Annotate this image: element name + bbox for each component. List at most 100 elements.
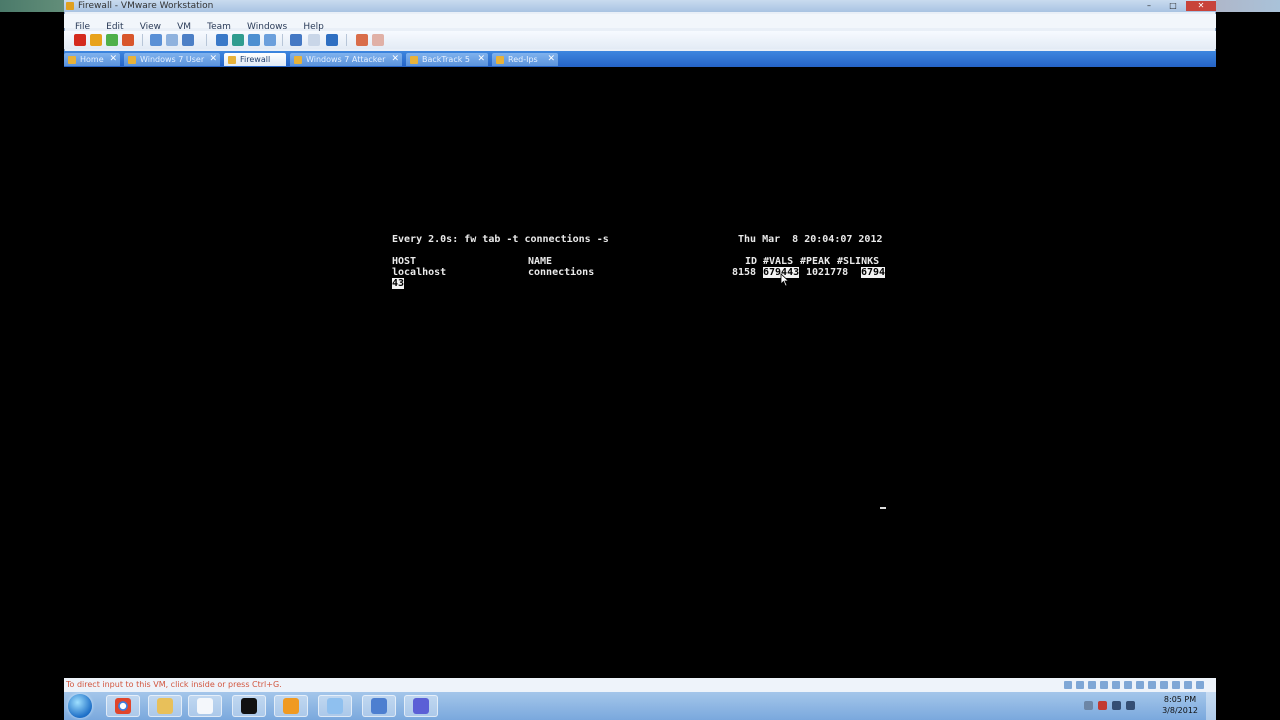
vmware-app-icon <box>66 2 74 10</box>
start-button[interactable] <box>68 694 92 718</box>
menu-bar: File Edit View VM Team Windows Help <box>64 14 1216 32</box>
header-name: NAME <box>528 256 553 267</box>
tab-label: Windows 7 User <box>140 55 205 64</box>
revert-snapshot-icon[interactable] <box>166 34 178 46</box>
usb-icon[interactable] <box>1148 681 1156 689</box>
show-desktop-button[interactable] <box>1206 692 1216 720</box>
media-icon <box>413 698 429 714</box>
desktop-background-right <box>1216 0 1280 720</box>
close-tab-icon[interactable]: ✕ <box>391 53 399 66</box>
vm-icon <box>294 55 302 64</box>
window-title: Firewall - VMware Workstation <box>78 1 214 11</box>
snapshot-manager-icon[interactable] <box>182 34 194 46</box>
row-slinks-wrapped-highlighted: 43 <box>392 278 405 289</box>
close-button[interactable]: ✕ <box>1186 1 1216 11</box>
tab-windows-7-attacker[interactable]: Windows 7 Attacker ✕ <box>290 53 402 66</box>
toolbar <box>64 31 1216 49</box>
toolbar-separator <box>282 34 283 46</box>
unity-icon[interactable] <box>290 34 302 46</box>
close-tab-icon[interactable]: ✕ <box>547 53 555 66</box>
sidebar-toggle-icon[interactable] <box>216 34 228 46</box>
network-adapter-icon[interactable] <box>1124 681 1132 689</box>
row-host: localhost <box>392 267 447 278</box>
toolbar-separator <box>206 34 207 46</box>
volume-icon[interactable] <box>1126 701 1135 710</box>
fullscreen-status-icon[interactable] <box>1196 681 1204 689</box>
record-icon[interactable] <box>356 34 368 46</box>
tab-home[interactable]: Home ✕ <box>64 53 120 66</box>
snapshot-icon[interactable] <box>150 34 162 46</box>
tab-label: Windows 7 Attacker <box>306 55 386 64</box>
status-bar: To direct input to this VM, click inside… <box>64 678 1216 692</box>
thumbnail-bar-icon[interactable] <box>308 34 320 46</box>
clock-time: 8:05 PM <box>1163 695 1197 704</box>
cmd-icon <box>241 698 257 714</box>
action-center-icon[interactable] <box>1098 701 1107 710</box>
taskbar-network[interactable] <box>362 695 396 717</box>
library-icon[interactable] <box>326 34 338 46</box>
close-tab-icon[interactable]: ✕ <box>477 53 485 66</box>
power-off-icon[interactable] <box>74 34 86 46</box>
network-icon <box>371 698 387 714</box>
device-status-icons <box>1064 681 1204 689</box>
windows-taskbar: 8:05 PM 3/8/2012 <box>64 692 1216 720</box>
sound-icon[interactable] <box>1160 681 1168 689</box>
power-on-icon[interactable] <box>106 34 118 46</box>
toolbar-separator <box>346 34 347 46</box>
tab-firewall[interactable]: Firewall <box>224 53 286 66</box>
taskbar-cmd[interactable] <box>232 695 266 717</box>
tab-label: Firewall <box>240 55 271 64</box>
reset-icon[interactable] <box>122 34 134 46</box>
chrome-icon <box>115 698 131 714</box>
close-tab-icon[interactable]: ✕ <box>209 53 217 66</box>
tab-red-ips[interactable]: Red-Ips ✕ <box>492 53 558 66</box>
folder-icon <box>157 698 173 714</box>
cd-rom-icon[interactable] <box>1076 681 1084 689</box>
full-screen-icon[interactable] <box>264 34 276 46</box>
close-tab-icon[interactable]: ✕ <box>109 53 117 66</box>
taskbar-chrome[interactable] <box>106 695 140 717</box>
header-peak: #PEAK <box>800 256 831 267</box>
show-hidden-icons-icon[interactable] <box>1084 701 1093 710</box>
maximize-button[interactable]: □ <box>1162 1 1184 11</box>
header-host: HOST <box>392 256 417 267</box>
network-adapter-icon[interactable] <box>1100 681 1108 689</box>
taskbar-notepad[interactable] <box>188 695 222 717</box>
network-adapter-icon[interactable] <box>1136 681 1144 689</box>
taskbar-media[interactable] <box>404 695 438 717</box>
floppy-icon[interactable] <box>1088 681 1096 689</box>
input-hint: To direct input to this VM, click inside… <box>66 680 282 689</box>
header-id: ID <box>745 256 758 267</box>
quick-switch-icon[interactable] <box>232 34 244 46</box>
row-id: 8158 <box>732 267 757 278</box>
row-name: connections <box>528 267 595 278</box>
replay-icon[interactable] <box>372 34 384 46</box>
row-peak: 1021778 <box>806 267 849 278</box>
network-tray-icon[interactable] <box>1112 701 1121 710</box>
title-bar: Firewall - VMware Workstation – □ ✕ <box>64 0 1216 12</box>
tab-backtrack-5[interactable]: BackTrack 5 ✕ <box>406 53 488 66</box>
taskbar-explorer[interactable] <box>148 695 182 717</box>
tab-label: Home <box>80 55 104 64</box>
tab-label: Red-Ips <box>508 55 538 64</box>
toolbar-separator <box>142 34 143 46</box>
system-tray: 8:05 PM 3/8/2012 <box>1076 692 1216 720</box>
vm-icon <box>128 55 136 64</box>
vm-console[interactable]: Every 2.0s: fw tab -t connections -s Thu… <box>64 67 1216 678</box>
message-icon[interactable] <box>1184 681 1192 689</box>
printer-icon[interactable] <box>1172 681 1180 689</box>
console-view-icon[interactable] <box>248 34 260 46</box>
vm-icon <box>228 55 236 64</box>
taskbar-app[interactable] <box>318 695 352 717</box>
taskbar-clock[interactable]: 8:05 PM 3/8/2012 <box>1162 694 1198 716</box>
network-adapter-icon[interactable] <box>1112 681 1120 689</box>
hard-disk-icon[interactable] <box>1064 681 1072 689</box>
vm-tab-bar: Home ✕ Windows 7 User ✕ Firewall Windows… <box>64 51 1216 67</box>
watch-command-line: Every 2.0s: fw tab -t connections -s <box>392 234 609 245</box>
suspend-icon[interactable] <box>90 34 102 46</box>
minimize-button[interactable]: – <box>1138 1 1160 11</box>
home-icon <box>68 55 76 64</box>
tab-windows-7-user[interactable]: Windows 7 User ✕ <box>124 53 220 66</box>
row-slinks-highlighted: 6794 <box>861 267 886 278</box>
taskbar-vmware[interactable] <box>274 695 308 717</box>
